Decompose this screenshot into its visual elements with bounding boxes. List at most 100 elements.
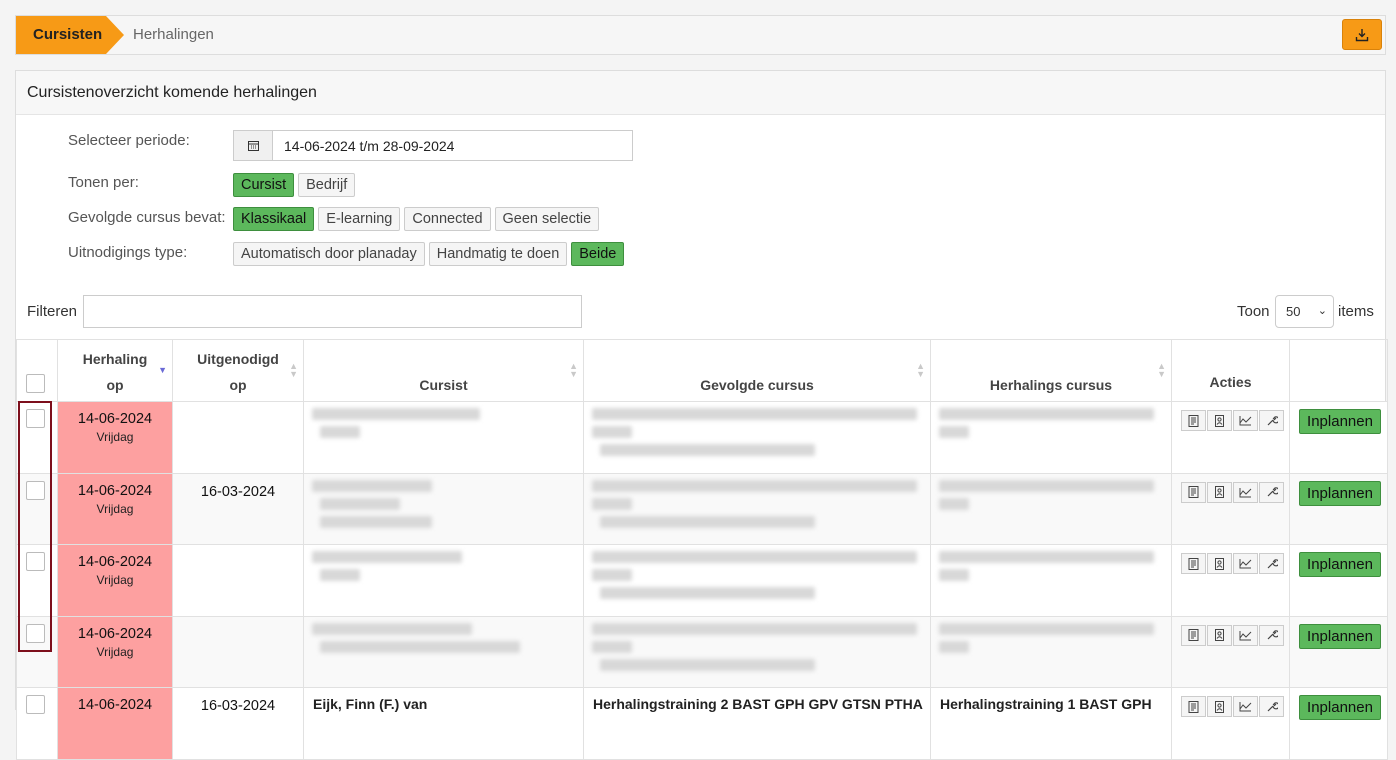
badge-button[interactable] [1207,410,1232,431]
chart-button[interactable] [1233,696,1258,717]
badge-icon [1214,414,1225,427]
col-uitgenodigd-op[interactable]: Uitgenodigd op ▲ ▼ [172,339,304,402]
herhalings-cursus-cell-text: Herhalingstraining 1 BAST GPH [940,696,1152,712]
inplannen-button[interactable]: Inplannen [1299,480,1381,506]
redacted-text [592,551,917,563]
cursist-cell [303,472,584,545]
tonen-bedrijf-button[interactable]: Bedrijf [298,173,356,197]
uitnodiging-handmatig-button[interactable]: Handmatig te doen [428,242,568,266]
uitgenodigd-cell [172,401,304,474]
herhaling-date: 14-06-2024 [77,554,153,570]
col-acties: Acties [1171,339,1290,402]
action-buttons [1172,617,1289,646]
gevolgde-cursus-cell [583,472,931,545]
page-size-select[interactable]: 50 ⌄ [1275,295,1334,328]
herhalings-cursus-cell [930,615,1172,688]
badge-icon [1214,629,1225,641]
document-icon [1188,486,1199,498]
toon-label: Toon [1237,303,1270,320]
inplannen-button[interactable]: Inplannen [1299,409,1381,434]
chart-button[interactable] [1233,624,1258,646]
plan-cell: Inplannen [1289,687,1388,760]
wrench-button[interactable] [1259,553,1284,574]
herhaling-date: 14-06-2024 [77,411,153,427]
row-checkbox[interactable] [26,552,45,571]
redacted-text [939,497,969,510]
tonen-toggle: Cursist Bedrijf [233,173,356,197]
herhaling-date-cell: 14-06-2024 Vrijdag [57,544,173,617]
uitgenodigd-cell: 16-03-2024 [172,472,304,545]
document-button[interactable] [1181,481,1206,503]
col-herhaling-op[interactable]: Herhaling op ▼ [57,339,173,402]
page-size-value: 50 [1286,304,1301,319]
document-icon [1188,557,1199,570]
row-checkbox[interactable] [26,695,45,714]
redacted-text [939,551,1154,563]
col-cursist-label: Cursist [419,377,468,393]
row-checkbox[interactable] [26,623,45,643]
table-header-row: Herhaling op ▼ Uitgenodigd op ▲ ▼ Cursist… [16,339,1388,402]
redacted-text [939,622,1154,635]
uitnodiging-automatisch-button[interactable]: Automatisch door planaday [233,242,425,266]
chart-button[interactable] [1233,481,1258,503]
row-checkbox[interactable] [26,409,45,428]
redacted-text [592,569,632,581]
inplannen-button[interactable]: Inplannen [1299,552,1381,577]
chart-button[interactable] [1233,410,1258,431]
herhalingen-panel: Cursistenoverzicht komende herhalingen S… [15,70,1388,760]
action-buttons [1172,545,1289,574]
herhaling-date-cell: 14-06-2024 Vrijdag [57,401,173,474]
wrench-button[interactable] [1259,410,1284,431]
tonen-cursist-button[interactable]: Cursist [233,173,295,197]
badge-button[interactable] [1207,481,1232,503]
calendar-icon[interactable] [234,131,273,160]
select-all-checkbox[interactable] [26,374,45,393]
cursus-elearning-button[interactable]: E-learning [318,207,401,231]
plan-cell: Inplannen [1289,544,1388,617]
wrench-button[interactable] [1259,696,1284,717]
gevolgde-cursus-cell: Herhalingstraining 2 BAST GPH GPV GTSN P… [583,687,931,760]
col-cursist[interactable]: Cursist ▲ ▼ [303,339,584,402]
document-button[interactable] [1181,410,1206,431]
col-gevolgde-cursus[interactable]: Gevolgde cursus ▲ ▼ [583,339,931,402]
select-all-header [16,339,58,402]
herhaling-day: Vrijdag [96,501,134,516]
uitnodiging-beide-button[interactable]: Beide [571,242,625,266]
redacted-text [600,658,815,671]
col-herhalings-label: Herhalings cursus [989,377,1113,393]
document-icon [1188,700,1199,713]
herhaling-day: Vrijdag [96,430,134,444]
document-button[interactable] [1181,624,1206,646]
gevolgde-cursus-cell [583,615,931,688]
inplannen-button[interactable]: Inplannen [1299,695,1381,720]
cursus-klassikaal-button[interactable]: Klassikaal [233,207,315,231]
download-button[interactable] [1342,19,1382,50]
cursist-cell: Eijk, Finn (F.) van [303,687,584,760]
date-range-input[interactable] [273,131,632,160]
date-range-picker[interactable] [233,130,633,161]
redacted-text [939,426,969,438]
badge-button[interactable] [1207,696,1232,717]
col-herhalings-cursus[interactable]: Herhalings cursus ▲ ▼ [930,339,1172,402]
herhaling-day: Vrijdag [96,573,134,587]
redacted-text [592,497,632,510]
redacted-text [600,587,815,599]
badge-button[interactable] [1207,624,1232,646]
cursist-cell [303,615,584,688]
redacted-text [320,640,520,653]
wrench-button[interactable] [1259,624,1284,646]
filter-input[interactable] [83,295,582,328]
cursus-geen-selectie-button[interactable]: Geen selectie [494,207,600,231]
document-button[interactable] [1181,696,1206,717]
row-checkbox[interactable] [26,480,45,500]
wrench-button[interactable] [1259,481,1284,503]
breadcrumb-cursisten[interactable]: Cursisten [16,16,124,54]
cursus-connected-button[interactable]: Connected [404,207,491,231]
badge-button[interactable] [1207,553,1232,574]
redacted-text [600,515,815,528]
redacted-text [592,479,917,492]
chart-button[interactable] [1233,553,1258,574]
document-button[interactable] [1181,553,1206,574]
action-buttons [1172,474,1289,503]
inplannen-button[interactable]: Inplannen [1299,623,1381,649]
